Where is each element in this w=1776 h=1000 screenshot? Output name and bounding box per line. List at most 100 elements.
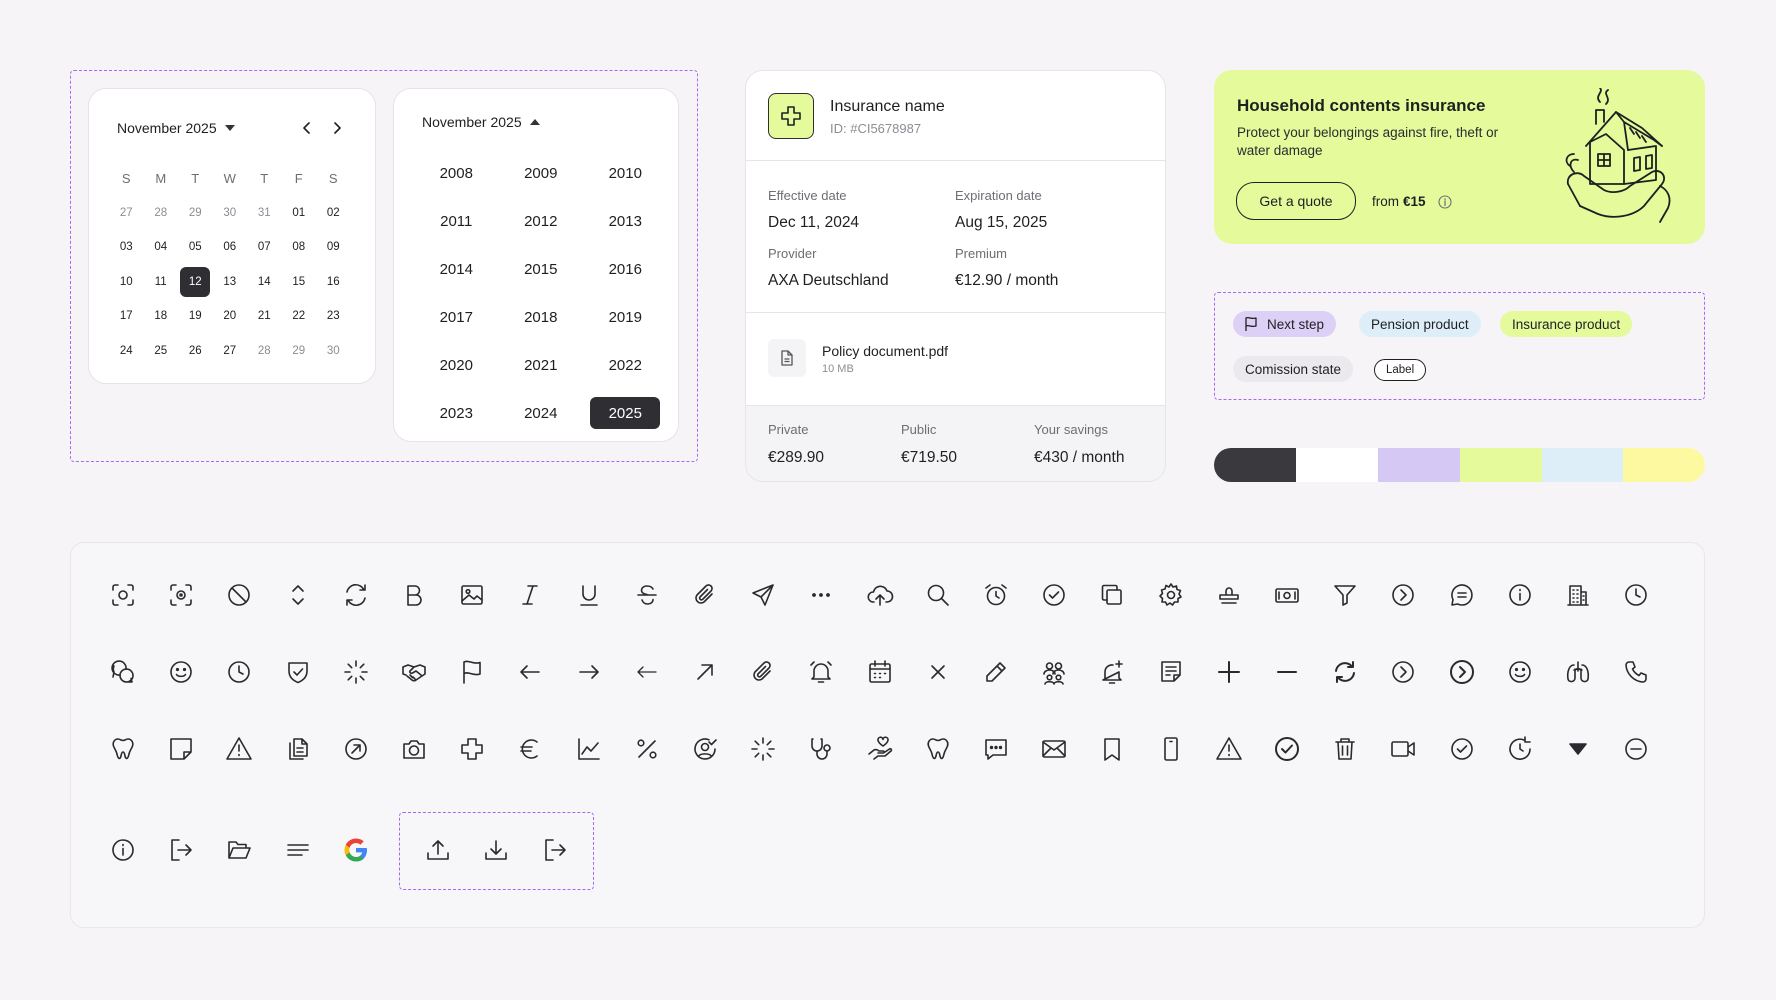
arrow-up-right-icon[interactable]: [691, 658, 719, 686]
year-option[interactable]: 2021: [499, 341, 584, 389]
calendar-day-selected[interactable]: 12: [178, 265, 213, 300]
calendar-day[interactable]: 10: [109, 265, 144, 300]
loader-icon[interactable]: [749, 735, 777, 763]
calendar-day[interactable]: 21: [247, 299, 282, 334]
warning-icon[interactable]: [1215, 735, 1243, 763]
logout-icon[interactable]: [167, 836, 195, 864]
calendar-day[interactable]: 30: [316, 334, 351, 369]
google-icon[interactable]: [342, 836, 370, 864]
percent-icon[interactable]: [633, 735, 661, 763]
video-icon[interactable]: [1389, 735, 1417, 763]
rotate-icon[interactable]: [1506, 735, 1534, 763]
bell-ring-icon[interactable]: [807, 658, 835, 686]
chevron-right-circle-bold-icon[interactable]: [1448, 658, 1476, 686]
next-step-chip[interactable]: Next step: [1233, 311, 1337, 337]
smile-icon[interactable]: [1506, 658, 1534, 686]
calendar-day[interactable]: 08: [282, 230, 317, 265]
users-icon[interactable]: [1040, 658, 1068, 686]
tooth-icon[interactable]: [924, 735, 952, 763]
caret-down-icon[interactable]: [1564, 735, 1592, 763]
more-horizontal-icon[interactable]: [807, 581, 835, 609]
calendar-day[interactable]: 28: [247, 334, 282, 369]
year-option-selected[interactable]: 2025: [583, 389, 668, 437]
chevron-right-icon[interactable]: [327, 118, 347, 138]
year-option[interactable]: 2017: [414, 293, 499, 341]
clock-icon[interactable]: [1622, 581, 1650, 609]
bold-icon[interactable]: [400, 581, 428, 609]
handshake-icon[interactable]: [400, 658, 428, 686]
pencil-icon[interactable]: [982, 658, 1010, 686]
logout-icon[interactable]: [541, 836, 569, 864]
year-option[interactable]: 2008: [414, 149, 499, 197]
calendar-day[interactable]: 16: [316, 265, 351, 300]
building-icon[interactable]: [1564, 581, 1592, 609]
mail-icon[interactable]: [1040, 735, 1068, 763]
documents-icon[interactable]: [284, 735, 312, 763]
cloud-upload-icon[interactable]: [866, 581, 894, 609]
paperclip-icon[interactable]: [691, 581, 719, 609]
arrow-left-icon[interactable]: [516, 658, 544, 686]
clock-icon[interactable]: [225, 658, 253, 686]
year-picker-month-selector[interactable]: November 2025: [422, 114, 540, 130]
arrow-left-thin-icon[interactable]: [633, 658, 661, 686]
calendar-day[interactable]: 01: [282, 196, 317, 231]
calendar-day[interactable]: 09: [316, 230, 351, 265]
year-option[interactable]: 2018: [499, 293, 584, 341]
italic-icon[interactable]: [516, 581, 544, 609]
label-chip[interactable]: Label: [1374, 359, 1427, 381]
calendar-day[interactable]: 25: [144, 334, 179, 369]
year-option[interactable]: 2011: [414, 197, 499, 245]
alarm-icon[interactable]: [982, 581, 1010, 609]
chats-icon[interactable]: [109, 658, 137, 686]
calendar-day[interactable]: 28: [144, 196, 179, 231]
calendar-day[interactable]: 05: [178, 230, 213, 265]
calendar-day[interactable]: 30: [213, 196, 248, 231]
year-option[interactable]: 2012: [499, 197, 584, 245]
calendar-day[interactable]: 24: [109, 334, 144, 369]
pension-product-chip[interactable]: Pension product: [1359, 311, 1481, 337]
stamp-icon[interactable]: [1215, 581, 1243, 609]
bell-plus-icon[interactable]: [1098, 658, 1126, 686]
shield-check-icon[interactable]: [284, 658, 312, 686]
calendar-day[interactable]: 20: [213, 299, 248, 334]
chevron-right-circle-icon[interactable]: [1389, 658, 1417, 686]
loader-icon[interactable]: [342, 658, 370, 686]
calendar-day[interactable]: 26: [178, 334, 213, 369]
image-icon[interactable]: [458, 581, 486, 609]
check-circle-icon[interactable]: [1040, 581, 1068, 609]
calendar-day[interactable]: 29: [178, 196, 213, 231]
banknote-icon[interactable]: [1273, 581, 1301, 609]
info-icon[interactable]: [1437, 194, 1452, 209]
chat-icon[interactable]: [1448, 581, 1476, 609]
calendar-day[interactable]: 23: [316, 299, 351, 334]
chart-line-icon[interactable]: [575, 735, 603, 763]
calendar-icon[interactable]: [866, 658, 894, 686]
year-option[interactable]: 2019: [583, 293, 668, 341]
copy-icon[interactable]: [1098, 581, 1126, 609]
close-icon[interactable]: [924, 658, 952, 686]
bookmark-icon[interactable]: [1098, 735, 1126, 763]
year-option[interactable]: 2013: [583, 197, 668, 245]
hand-heart-icon[interactable]: [866, 735, 894, 763]
year-option[interactable]: 2009: [499, 149, 584, 197]
calendar-day[interactable]: 07: [247, 230, 282, 265]
sync-icon[interactable]: [1331, 658, 1359, 686]
year-option[interactable]: 2014: [414, 245, 499, 293]
get-quote-button[interactable]: Get a quote: [1236, 182, 1356, 220]
upload-icon[interactable]: [424, 836, 452, 864]
year-option[interactable]: 2022: [583, 341, 668, 389]
year-option[interactable]: 2015: [499, 245, 584, 293]
year-option[interactable]: 2016: [583, 245, 668, 293]
refresh-icon[interactable]: [342, 581, 370, 609]
check-circle-icon[interactable]: [1448, 735, 1476, 763]
note-icon[interactable]: [1157, 658, 1185, 686]
scan-icon[interactable]: [167, 581, 195, 609]
euro-icon[interactable]: [516, 735, 544, 763]
medical-cross-icon[interactable]: [458, 735, 486, 763]
search-icon[interactable]: [924, 581, 952, 609]
calendar-day[interactable]: 22: [282, 299, 317, 334]
tooth-icon[interactable]: [109, 735, 137, 763]
smile-icon[interactable]: [167, 658, 195, 686]
arrow-right-icon[interactable]: [575, 658, 603, 686]
year-option[interactable]: 2020: [414, 341, 499, 389]
